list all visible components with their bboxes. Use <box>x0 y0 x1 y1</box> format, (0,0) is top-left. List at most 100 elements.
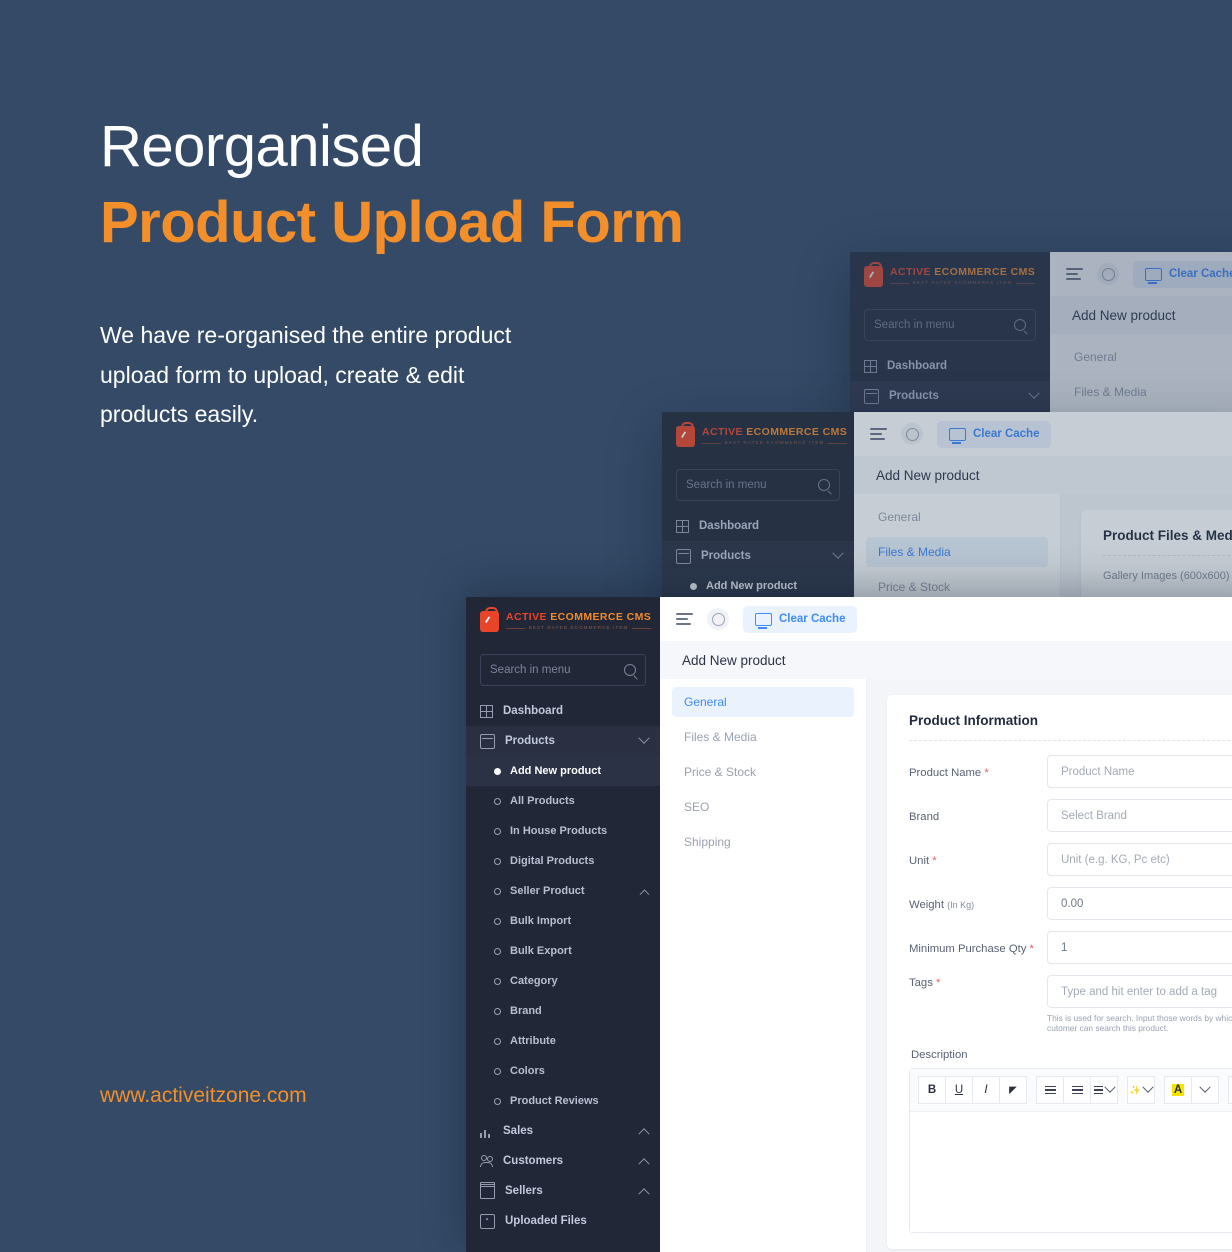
field-label: Minimum Purchase Qty * <box>909 942 1034 955</box>
unit-input[interactable]: Unit (e.g. KG, Pc etc) <box>1047 843 1232 876</box>
eraser-button[interactable]: ◤ <box>999 1076 1027 1104</box>
ordered-list-button[interactable] <box>1063 1076 1091 1104</box>
sidebar-item-products[interactable]: Products <box>466 726 660 756</box>
chevron-down-icon <box>1028 387 1040 399</box>
sidebar-subitem-label: Digital Products <box>510 855 595 867</box>
sidebar-subitem-bulk-import[interactable]: Bulk Import <box>466 906 660 936</box>
sidebar-item-uploaded-files[interactable]: Uploaded Files <box>466 1206 660 1236</box>
tab-files-media[interactable]: Files & Media <box>866 537 1048 567</box>
tab-files-media[interactable]: Files & Media <box>672 722 854 752</box>
chevron-down-icon <box>638 732 650 744</box>
brand-name-2: ECOMMERCE <box>550 611 624 624</box>
chevron-down-icon <box>832 547 844 559</box>
text-color-button[interactable]: A <box>1164 1076 1192 1104</box>
tags-input[interactable]: Type and hit enter to add a tag <box>1047 975 1232 1008</box>
sidebar-item-products[interactable]: Products <box>850 381 1050 411</box>
sidebar-subitem-add-new-product[interactable]: Add New product <box>466 756 660 786</box>
slide-canvas: Reorganised Product Upload Form We have … <box>0 0 1232 1252</box>
sidebar-subitem-product-reviews[interactable]: Product Reviews <box>466 1086 660 1116</box>
tab-general[interactable]: General <box>1062 342 1232 372</box>
sidebar-item-customers[interactable]: Customers <box>466 1146 660 1176</box>
tab-price-stock[interactable]: Price & Stock <box>672 757 854 787</box>
tab-files-media[interactable]: Files & Media <box>1062 377 1232 407</box>
sidebar-subitem-colors[interactable]: Colors <box>466 1056 660 1086</box>
search-input[interactable]: Search in menu <box>676 469 840 501</box>
sidebar-item-label: Products <box>505 735 555 747</box>
search-input[interactable]: Search in menu <box>480 654 646 686</box>
sidebar-item-dashboard[interactable]: Dashboard <box>466 696 660 726</box>
clear-cache-button[interactable]: Clear Cache <box>937 420 1052 448</box>
sidebar-subitem-label: Category <box>510 975 558 987</box>
sidebar-item-dashboard[interactable]: Dashboard <box>850 351 1050 381</box>
globe-icon[interactable] <box>901 423 923 445</box>
sidebar-subitem-attribute[interactable]: Attribute <box>466 1026 660 1056</box>
tab-price-stock[interactable]: Price & Stock <box>866 572 1048 600</box>
globe-icon[interactable] <box>1097 263 1119 285</box>
sidebar-subitem-label: In House Products <box>510 825 608 837</box>
tab-seo[interactable]: SEO <box>672 792 854 822</box>
align-button[interactable] <box>1090 1076 1118 1104</box>
sidebar-subitem-label: Colors <box>510 1065 545 1077</box>
description-textarea[interactable] <box>910 1112 1232 1232</box>
required-marker: * <box>929 854 937 867</box>
sidebar-subitem-bulk-export[interactable]: Bulk Export <box>466 936 660 966</box>
sidebar-subitem-seller-product[interactable]: Seller Product <box>466 876 660 906</box>
description-editor[interactable]: B U I ◤ ✨ A <box>909 1068 1232 1233</box>
table-button[interactable]: ▦ <box>1228 1076 1232 1104</box>
hamburger-icon[interactable] <box>870 428 887 440</box>
minimum-purchase-qty-input[interactable]: 1 <box>1047 931 1232 964</box>
sidebar-subitem-brand[interactable]: Brand <box>466 996 660 1026</box>
bold-button[interactable]: B <box>918 1076 946 1104</box>
tab-shipping[interactable]: Shipping <box>672 827 854 857</box>
sidebar-item-sellers[interactable]: Sellers <box>466 1176 660 1206</box>
sidebar-item-sales[interactable]: Sales <box>466 1116 660 1146</box>
brand-logo: ACTIVE ECOMMERCE CMS BEST RATED ECOMMERC… <box>466 597 660 644</box>
italic-button[interactable]: I <box>972 1076 1000 1104</box>
sidebar-subitem-all-products[interactable]: All Products <box>466 786 660 816</box>
chevron-up-icon <box>639 888 650 899</box>
product-name-input[interactable]: Product Name <box>1047 755 1232 788</box>
search-icon <box>818 479 830 491</box>
sidebar-item-label: Sales <box>503 1125 534 1137</box>
sidebar-subitem-label: Bulk Export <box>510 945 572 957</box>
bullet-icon <box>494 767 501 775</box>
unordered-list-button[interactable] <box>1036 1076 1064 1104</box>
required-marker: * <box>1026 942 1034 955</box>
product-information-panel: Product Information Product Name * Produ… <box>887 695 1232 1249</box>
magic-button[interactable]: ✨ <box>1127 1076 1155 1104</box>
text-color-dropdown[interactable] <box>1191 1076 1219 1104</box>
sidebar-subitem-category[interactable]: Category <box>466 966 660 996</box>
sidebar-subitem-add-new-product[interactable]: Add New product <box>662 571 854 600</box>
tab-general[interactable]: General <box>866 502 1048 532</box>
chevron-down-icon <box>1199 1081 1211 1093</box>
underline-button[interactable]: U <box>945 1076 973 1104</box>
sidebar-subitem-label: Product Reviews <box>510 1095 599 1107</box>
hamburger-icon[interactable] <box>1066 268 1083 280</box>
weight-input[interactable]: 0.00 <box>1047 887 1232 920</box>
divider <box>909 740 1232 741</box>
field-label: Weight (In Kg) <box>909 898 975 911</box>
brand-select[interactable]: Select Brand <box>1047 799 1232 832</box>
sidebar-item-products[interactable]: Products <box>662 541 854 571</box>
clear-cache-button[interactable]: Clear Cache <box>1133 260 1232 288</box>
shopping-bag-icon <box>864 262 883 287</box>
grid-icon <box>864 359 877 373</box>
list-bars-icon <box>1071 1084 1083 1097</box>
app-window-middle: ACTIVE ECOMMERCE CMS BEST RATED ECOMMERC… <box>662 412 1232 600</box>
bullet-icon <box>690 582 697 590</box>
bullet-icon <box>494 947 501 955</box>
box-icon <box>480 733 495 749</box>
hamburger-icon[interactable] <box>676 613 693 625</box>
sidebar-subitem-digital-products[interactable]: Digital Products <box>466 846 660 876</box>
list-bars-icon <box>1044 1084 1056 1097</box>
sidebar-subitem-in-house-products[interactable]: In House Products <box>466 816 660 846</box>
field-row-product-name: Product Name * Product Name <box>909 755 1232 788</box>
field-label: Brand <box>909 810 940 823</box>
tab-general[interactable]: General <box>672 687 854 717</box>
globe-icon[interactable] <box>707 608 729 630</box>
clear-cache-button[interactable]: Clear Cache <box>743 605 858 633</box>
search-input[interactable]: Search in menu <box>864 309 1036 341</box>
website-url[interactable]: www.activeitzone.com <box>100 1084 307 1108</box>
sidebar-item-label: Products <box>889 390 939 402</box>
sidebar-item-dashboard[interactable]: Dashboard <box>662 511 854 541</box>
